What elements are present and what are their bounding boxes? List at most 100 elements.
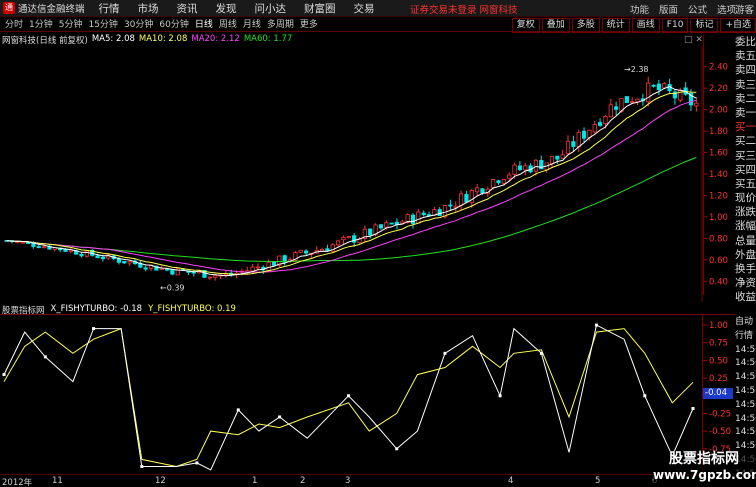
candle-body-81 [437,209,442,216]
candle-body-118 [635,98,640,103]
candle-body-38 [207,276,212,279]
chart-tools: 复权 叠加 多股 统计 画线 F10 标记 +自选 [510,18,756,33]
candle-body-92 [496,180,501,184]
side-item-9[interactable]: 买四 [735,163,756,177]
price-tick-label-9: 0.60 [709,256,728,266]
candle-body-93 [501,179,506,184]
side-item-4[interactable]: 卖二 [735,92,756,106]
tool-button-2[interactable]: 多股 [571,18,600,33]
period-tab-0[interactable]: 分时 [2,18,26,32]
tool-button-6[interactable]: 标记 [690,18,719,33]
period-tab-5[interactable]: 60分钟 [156,18,191,32]
window-controls[interactable]: □ ✕ [684,35,703,45]
side-item-0[interactable]: 委比 [735,35,756,49]
period-tab-9[interactable]: 多周期 [264,18,297,32]
menu-wealth[interactable]: 财富圈 [304,1,336,16]
side-item-3[interactable]: 卖三 [735,78,756,92]
menu-market[interactable]: 市场 [138,1,159,16]
candle-body-63 [341,236,346,241]
tool-button-3[interactable]: 统计 [601,18,630,33]
watermark: 股票指标网 www.7gpzb.com [653,451,756,487]
candle-body-18 [100,256,106,260]
candle-body-14 [79,253,84,257]
period-tab-10[interactable]: 更多 [297,18,321,32]
tool-button-7[interactable]: +自选 [720,18,756,33]
ma5-label: MA5: 2.08 [91,34,135,44]
side-item-7[interactable]: 买二 [735,134,756,148]
side-item-6[interactable]: 买一 [735,120,756,134]
tool-button-5[interactable]: F10 [661,18,689,33]
window-restore-icon[interactable]: □ [684,35,693,45]
tool-button-1[interactable]: 叠加 [541,18,570,33]
menu-discover[interactable]: 发现 [216,1,237,16]
side-item-17[interactable]: 净资 [735,276,756,290]
time-row-3: 14:50 [735,372,756,383]
menu-formula[interactable]: 公式 [688,2,707,16]
period-tab-3[interactable]: 15分钟 [85,18,120,32]
side-item-12[interactable]: 涨跌 [735,205,756,219]
x-fishyturbo-line-point-12 [278,415,282,419]
menu-ask[interactable]: 问小达 [255,1,287,16]
window-close-icon[interactable]: ✕ [695,35,703,45]
period-tab-4[interactable]: 30分钟 [121,18,156,32]
low-annotation: ←0.39 [160,283,185,292]
tool-button-4[interactable]: 画线 [631,18,660,33]
candle-body-62 [336,240,341,246]
ma5-line [6,85,697,277]
x-fishyturbo-line-point-18 [443,351,447,355]
candle-body-23 [127,261,132,264]
menu-layout[interactable]: 版面 [659,2,678,16]
high-annotation: →2.38 [624,65,649,74]
side-item-16[interactable]: 换手 [735,262,756,276]
side-item-8[interactable]: 买三 [735,149,756,163]
side-item-5[interactable]: 卖一 [735,106,756,120]
period-tab-2[interactable]: 5分钟 [56,18,86,32]
login-notice[interactable]: 证券交易未登录 网窗科技 [410,2,518,16]
period-tab-7[interactable]: 周线 [216,18,240,32]
app-logo-icon: 通 [3,2,15,14]
x-fishyturbo-line-point-26 [643,394,647,398]
tool-button-0[interactable]: 复权 [511,18,540,33]
price-tick-label-3: 1.80 [709,127,728,137]
menu-trade[interactable]: 交易 [354,1,375,16]
auto-label[interactable]: 自动 [735,316,756,330]
price-tick-label-1: 2.20 [709,84,728,94]
ma10-label: MA10: 2.08 [138,34,188,44]
candle-body-95 [512,164,517,175]
candle-body-30 [164,268,170,271]
side-item-1[interactable]: 卖五 [735,49,756,63]
side-item-2[interactable]: 卖四 [735,63,756,77]
side-item-18[interactable]: 收益 [735,290,756,304]
time-row-6: 14:50 [735,413,756,424]
candle-body-104 [560,154,565,159]
menu-news[interactable]: 资讯 [177,1,198,16]
date-label-0: 2012年 [2,478,33,487]
candle-body-39 [213,274,218,278]
price-tick-label-0: 2.40 [709,63,728,73]
candle-body-70 [378,224,384,229]
guest-label[interactable]: 游客 [735,2,754,16]
candle-body-31 [170,269,175,275]
x-fishyturbo-line-point-24 [595,323,599,327]
candle-body-88 [475,187,480,193]
indicator-value-tag: -0.04 [703,388,733,399]
candle-body-47 [255,266,261,269]
period-tab-1[interactable]: 1分钟 [26,18,56,32]
menu-functions[interactable]: 功能 [630,2,649,16]
candle-body-77 [416,211,421,224]
side-item-15[interactable]: 外盘 [735,248,756,262]
menu-options[interactable]: 选项 [717,2,736,16]
candle-body-64 [346,235,351,238]
price-tick-label-8: 0.80 [709,234,728,244]
side-item-11[interactable]: 现价 [735,191,756,205]
candle-body-46 [250,266,255,272]
candle-body-68 [368,228,373,236]
side-item-10[interactable]: 买五 [735,177,756,191]
candle-body-56 [303,250,309,254]
menu-quotes[interactable]: 行情 [99,1,120,16]
price-axis: 2.40 2.20 2.00 1.80 1.60 1.40 1.20 1.00 0.80 0.60… [703,35,728,295]
period-tab-8[interactable]: 月线 [240,18,264,32]
period-tab-6[interactable]: 日线 [192,18,216,32]
side-item-13[interactable]: 涨幅 [735,219,756,233]
side-item-14[interactable]: 总量 [735,234,756,248]
